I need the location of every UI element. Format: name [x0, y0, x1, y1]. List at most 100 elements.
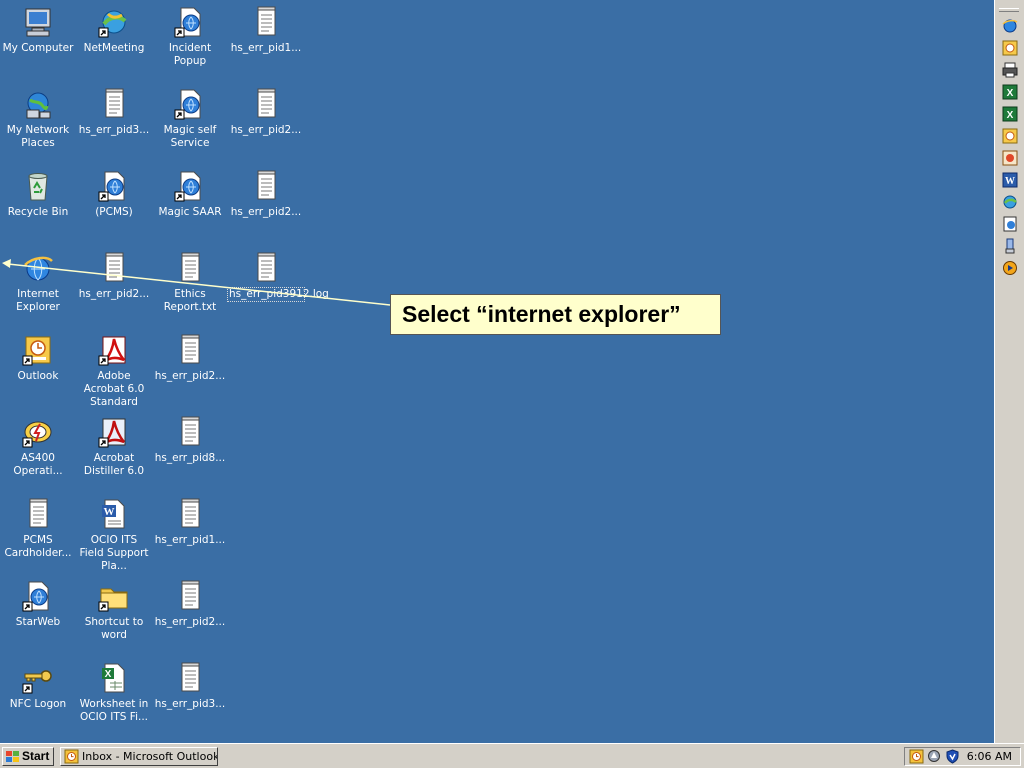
- outlook-icon[interactable]: [1002, 40, 1018, 56]
- taskbar-button-outlook[interactable]: Inbox - Microsoft Outlook: [60, 747, 218, 766]
- desktop-icon[interactable]: Acrobat Distiller 6.0: [76, 414, 152, 478]
- ie-document-icon: [174, 6, 206, 38]
- desktop-icon[interactable]: Shortcut to word: [76, 578, 152, 642]
- network-icon[interactable]: [1002, 238, 1018, 254]
- desktop-icon-label: Acrobat Distiller 6.0: [83, 452, 145, 477]
- desktop-icon-label: StarWeb: [15, 616, 61, 628]
- desktop-icon-label: NFC Logon: [9, 698, 67, 710]
- desktop-icon-label: hs_err_pid2...: [154, 370, 226, 382]
- desktop-icon[interactable]: hs_err_pid2...: [76, 250, 152, 301]
- desktop-icon[interactable]: X Worksheet in OCIO ITS Fi...: [76, 660, 152, 724]
- desktop-icon[interactable]: hs_err_pid3912.log: [227, 250, 329, 302]
- text-file-icon: [250, 170, 282, 202]
- svg-text:X: X: [1007, 110, 1014, 121]
- desktop-icon-label: hs_err_pid2...: [230, 206, 302, 218]
- excel-worksheet-icon: X: [98, 662, 130, 694]
- desktop-icon-label: Magic self Service: [163, 124, 217, 149]
- desktop-icon-label: Shortcut to word: [84, 616, 144, 641]
- text-file-icon: [174, 498, 206, 530]
- desktop-icon[interactable]: Magic self Service: [152, 86, 228, 150]
- desktop-icon-label: hs_err_pid2...: [230, 124, 302, 136]
- shield-icon[interactable]: [945, 749, 960, 764]
- text-file-icon: [174, 662, 206, 694]
- media-icon[interactable]: [1002, 150, 1018, 166]
- folder-icon: [98, 580, 130, 612]
- text-file-icon: [98, 88, 130, 120]
- printer-icon[interactable]: [1002, 62, 1018, 78]
- system-tray: 6:06 AM: [904, 747, 1021, 766]
- desktop-icon-label: Outlook: [17, 370, 59, 382]
- clock[interactable]: 6:06 AM: [967, 748, 1012, 765]
- instruction-callout: Select “internet explorer”: [390, 294, 721, 335]
- sound-icon[interactable]: [927, 749, 942, 764]
- text-file-icon: [22, 498, 54, 530]
- network-places-icon: [22, 88, 54, 120]
- desktop-icon[interactable]: AS400 Operati...: [0, 414, 76, 478]
- acrobat-distiller-icon: [98, 416, 130, 448]
- start-button[interactable]: Start: [2, 747, 54, 766]
- toolbar-grip[interactable]: [999, 8, 1019, 12]
- internet-explorer-icon[interactable]: [1002, 18, 1018, 34]
- desktop-icon[interactable]: hs_err_pid8...: [152, 414, 228, 465]
- desktop: My Computer NetMeeting Incident Popup hs_er…: [0, 0, 994, 743]
- ie-document-icon: [98, 170, 130, 202]
- desktop-icon[interactable]: (PCMS): [76, 168, 152, 219]
- quick-launch-toolbar: XX W: [994, 0, 1024, 743]
- desktop-icon[interactable]: hs_err_pid1...: [228, 4, 304, 55]
- text-file-icon: [174, 252, 206, 284]
- desktop-icon[interactable]: hs_err_pid2...: [228, 86, 304, 137]
- desktop-icon-label: My Network Places: [6, 124, 70, 149]
- outlook-icon: [64, 749, 79, 764]
- excel-icon[interactable]: X: [1002, 106, 1018, 122]
- ie-document-icon[interactable]: [1002, 216, 1018, 232]
- desktop-icon-label: Recycle Bin: [7, 206, 69, 218]
- desktop-icon[interactable]: Magic SAAR: [152, 168, 228, 219]
- svg-text:X: X: [1007, 88, 1014, 99]
- text-file-icon: [98, 252, 130, 284]
- netmeeting-icon: [98, 6, 130, 38]
- desktop-icon[interactable]: W OCIO ITS Field Support Pla...: [76, 496, 152, 573]
- desktop-icon[interactable]: hs_err_pid3...: [152, 660, 228, 711]
- desktop-icon[interactable]: Outlook: [0, 332, 76, 383]
- outlook-icon[interactable]: [909, 749, 924, 764]
- excel-icon[interactable]: X: [1002, 84, 1018, 100]
- desktop-icon[interactable]: Ethics Report.txt: [152, 250, 228, 314]
- desktop-icon[interactable]: NFC Logon: [0, 660, 76, 711]
- acrobat-icon: [98, 334, 130, 366]
- text-file-icon: [250, 6, 282, 38]
- desktop-icon-label: hs_err_pid3...: [154, 698, 226, 710]
- desktop-icon[interactable]: hs_err_pid3...: [76, 86, 152, 137]
- text-file-icon: [174, 334, 206, 366]
- desktop-icon[interactable]: Incident Popup: [152, 4, 228, 68]
- desktop-icon-label: Incident Popup: [168, 42, 212, 67]
- key-icon: [22, 662, 54, 694]
- internet-explorer-icon: [22, 252, 54, 284]
- desktop-icon[interactable]: hs_err_pid2...: [228, 168, 304, 219]
- as400-icon: [22, 416, 54, 448]
- desktop-icon[interactable]: PCMS Cardholder...: [0, 496, 76, 560]
- desktop-icon-label: hs_err_pid1...: [230, 42, 302, 54]
- word-icon[interactable]: W: [1002, 172, 1018, 188]
- media-player-icon[interactable]: [1002, 260, 1018, 276]
- desktop-icon[interactable]: My Network Places: [0, 86, 76, 150]
- text-file-icon: [174, 416, 206, 448]
- desktop-icon-label: Internet Explorer: [16, 288, 60, 313]
- desktop-icon-label: (PCMS): [95, 206, 133, 218]
- desktop-icon[interactable]: My Computer: [0, 4, 76, 55]
- desktop-icon[interactable]: Internet Explorer: [0, 250, 76, 314]
- desktop-icon[interactable]: hs_err_pid2...: [152, 332, 228, 383]
- desktop-icon[interactable]: Adobe Acrobat 6.0 Standard: [76, 332, 152, 409]
- netmeeting-icon[interactable]: [1002, 194, 1018, 210]
- windows-logo-icon: [6, 751, 19, 762]
- desktop-icon-label: hs_err_pid3...: [78, 124, 150, 136]
- outlook-icon[interactable]: [1002, 128, 1018, 144]
- taskbar: Start Inbox - Microsoft Outlook 6:06 AM: [0, 743, 1024, 768]
- desktop-icon[interactable]: NetMeeting: [76, 4, 152, 55]
- desktop-icon[interactable]: Recycle Bin: [0, 168, 76, 219]
- ie-document-icon: [22, 580, 54, 612]
- desktop-icon-label: hs_err_pid2...: [154, 616, 226, 628]
- desktop-icon[interactable]: hs_err_pid2...: [152, 578, 228, 629]
- desktop-icon[interactable]: hs_err_pid1...: [152, 496, 228, 547]
- desktop-icon[interactable]: StarWeb: [0, 578, 76, 629]
- text-file-icon: [250, 252, 282, 284]
